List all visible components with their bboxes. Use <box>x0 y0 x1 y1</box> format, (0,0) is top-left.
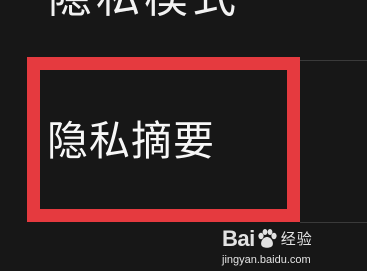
watermark-logo: Bai 经验 <box>222 226 313 252</box>
page-title: 隐私模式 <box>48 0 240 20</box>
watermark-brand-suffix: 经验 <box>280 230 313 248</box>
watermark-brand-prefix: Bai <box>222 226 255 251</box>
watermark-url: jingyan.baidu.com <box>222 254 311 266</box>
settings-screen: 隐私模式 隐私摘要 Bai 经验 jingyan.baidu.com <box>0 0 367 271</box>
highlight-annotation-box <box>27 57 300 222</box>
paw-icon <box>258 229 277 248</box>
divider-top <box>300 60 367 61</box>
baidu-jingyan-watermark: Bai 经验 jingyan.baidu.com <box>222 222 362 268</box>
